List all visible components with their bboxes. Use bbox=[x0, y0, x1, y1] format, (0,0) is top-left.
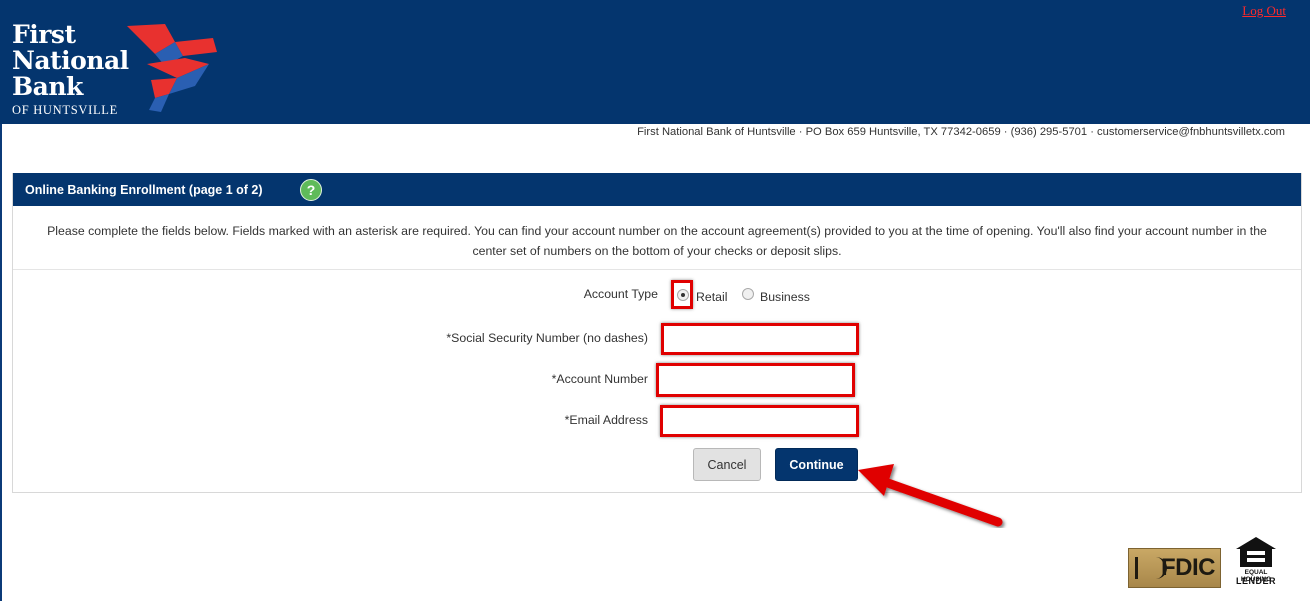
site-header: First National Bank OF HUNTSVILLE Log Ou… bbox=[0, 0, 1310, 124]
radio-business[interactable] bbox=[742, 288, 754, 300]
question-mark-icon[interactable]: ? bbox=[300, 179, 322, 201]
bird-emblem-icon bbox=[127, 24, 217, 112]
logo-text-line3: Bank bbox=[12, 72, 83, 101]
fdic-badge: FDIC bbox=[1128, 548, 1221, 588]
logo-text-line1: First bbox=[12, 20, 76, 49]
ssn-input[interactable] bbox=[661, 323, 859, 355]
ehl-line2: LENDER bbox=[1235, 576, 1276, 586]
account-number-input[interactable] bbox=[656, 363, 855, 397]
email-input[interactable] bbox=[660, 405, 859, 437]
ssn-label: *Social Security Number (no dashes) bbox=[446, 331, 648, 345]
instructions-text: Please complete the fields below. Fields… bbox=[13, 222, 1301, 261]
account-type-label: Account Type bbox=[583, 287, 658, 301]
radio-retail[interactable] bbox=[677, 289, 689, 301]
logout-link[interactable]: Log Out bbox=[1242, 3, 1286, 19]
panel-header: Online Banking Enrollment (page 1 of 2) … bbox=[13, 173, 1301, 206]
section-divider bbox=[13, 269, 1301, 270]
cancel-button[interactable]: Cancel bbox=[693, 448, 761, 481]
equal-housing-house-icon bbox=[1236, 537, 1276, 567]
account-number-label: *Account Number bbox=[551, 372, 648, 386]
continue-button[interactable]: Continue bbox=[775, 448, 858, 481]
fdic-text: FDIC bbox=[1161, 554, 1216, 581]
radio-retail-label[interactable]: Retail bbox=[696, 290, 727, 304]
panel-title: Online Banking Enrollment (page 1 of 2) bbox=[25, 183, 263, 197]
equal-housing-lender-badge: EQUAL HOUSING LENDER bbox=[1232, 535, 1280, 587]
radio-business-label[interactable]: Business bbox=[760, 290, 810, 304]
contact-info: First National Bank of Huntsville · PO B… bbox=[637, 126, 1285, 138]
logo-text-line4: OF HUNTSVILLE bbox=[12, 103, 118, 117]
email-label: *Email Address bbox=[564, 413, 648, 427]
instructions-line1: Please complete the fields below. Fields… bbox=[47, 224, 1267, 238]
instructions-line2: center set of numbers on the bottom of y… bbox=[472, 243, 842, 258]
page-left-border bbox=[0, 124, 2, 601]
logo-text-line2: National bbox=[12, 46, 129, 75]
enrollment-panel: Online Banking Enrollment (page 1 of 2) … bbox=[12, 173, 1302, 493]
bank-logo[interactable]: First National Bank OF HUNTSVILLE bbox=[12, 20, 227, 120]
